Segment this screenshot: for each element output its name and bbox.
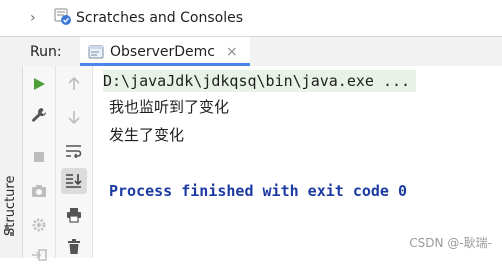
login-icon bbox=[32, 249, 47, 261]
output-line-2: 发生了变化 bbox=[109, 126, 185, 144]
print-button[interactable] bbox=[61, 202, 87, 228]
scratches-and-consoles-label[interactable]: Scratches and Consoles bbox=[76, 9, 243, 27]
close-icon[interactable]: × bbox=[226, 43, 238, 61]
scroll-to-end-icon bbox=[66, 174, 82, 188]
run-toolbar-primary bbox=[23, 66, 56, 261]
login-button[interactable] bbox=[26, 242, 52, 268]
dump-threads-button[interactable] bbox=[26, 178, 52, 204]
output-line-1: 我也监听到了变化 bbox=[109, 98, 230, 116]
watermark: CSDN @-耿瑞- bbox=[409, 236, 492, 250]
soft-wrap-icon bbox=[66, 145, 82, 158]
edit-config-button[interactable] bbox=[26, 102, 52, 128]
stop-icon bbox=[34, 152, 44, 162]
rerun-button[interactable] bbox=[26, 71, 52, 97]
trash-icon bbox=[68, 239, 80, 254]
arrow-down-icon bbox=[68, 111, 80, 124]
chevron-right-icon[interactable]: › bbox=[30, 10, 42, 26]
exit-message: Process finished with exit code 0 bbox=[109, 182, 408, 200]
run-title: Run: bbox=[30, 44, 62, 60]
tab-observer-demo[interactable]: ObserverDemc × bbox=[80, 37, 250, 66]
project-tree-row[interactable]: › Scratches and Consoles bbox=[0, 0, 502, 36]
settings-button[interactable] bbox=[26, 212, 52, 238]
settings-gear-icon bbox=[32, 218, 46, 232]
command-line: D:\javaJdk\jdkqsq\bin\java.exe ... bbox=[103, 70, 417, 92]
clear-all-button[interactable] bbox=[61, 234, 87, 260]
arrow-up-icon bbox=[68, 77, 80, 90]
next-occurrence-button[interactable] bbox=[61, 104, 87, 130]
console-output[interactable]: D:\javaJdk\jdkqsq\bin\java.exe ... 我也监听到… bbox=[93, 66, 502, 258]
scratches-icon bbox=[54, 8, 72, 26]
wrench-icon bbox=[32, 108, 47, 122]
run-tool-window-header: Run: ObserverDemc × bbox=[0, 36, 502, 67]
print-icon bbox=[67, 208, 81, 223]
stop-button[interactable] bbox=[26, 144, 52, 170]
run-toolbar-secondary bbox=[56, 66, 93, 258]
structure-icon bbox=[5, 222, 15, 236]
soft-wrap-button[interactable] bbox=[61, 138, 87, 164]
scroll-to-end-button[interactable] bbox=[61, 168, 87, 194]
run-icon bbox=[34, 78, 45, 90]
tab-label: ObserverDemc bbox=[110, 44, 215, 60]
camera-icon bbox=[32, 185, 46, 197]
previous-occurrence-button[interactable] bbox=[61, 71, 87, 97]
run-config-icon bbox=[88, 44, 104, 59]
